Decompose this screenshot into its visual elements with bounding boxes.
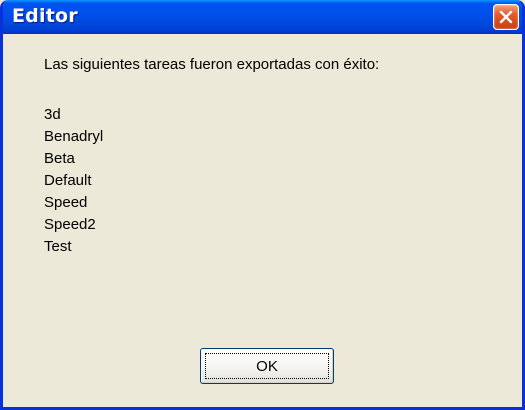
title-bar[interactable]: Editor [3,0,522,34]
close-button[interactable] [493,4,519,30]
exported-task-list: 3d Benadryl Beta Default Speed Speed2 Te… [44,104,103,258]
list-item: Speed2 [44,216,96,233]
list-item: Default [44,172,92,189]
list-item: Beta [44,150,75,167]
ok-button-label: OK [205,353,329,379]
dialog-message: Las siguientes tareas fueron exportadas … [44,56,380,73]
list-item: 3d [44,106,61,123]
list-item: Speed [44,194,88,211]
ok-button[interactable]: OK [200,348,334,384]
list-item: Test [44,238,72,255]
list-item: Benadryl [44,128,104,145]
window-title: Editor [12,5,78,27]
close-x-icon [499,10,513,24]
